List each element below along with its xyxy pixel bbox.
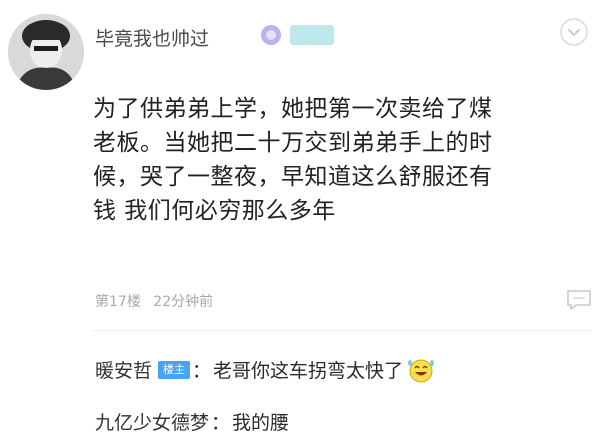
reply-author[interactable]: 九亿少女德梦 [95,408,209,435]
reply-colon: ： [192,360,212,382]
laughing-emoji-icon [408,359,435,382]
floor-number: 第17楼 [95,294,141,310]
post-time: 22分钟前 [153,294,214,310]
host-badge: 楼主 [158,360,191,379]
reply-author[interactable]: 暖安哲 [95,356,152,383]
reply-text: 我的腰 [232,412,290,434]
comment-line: 老板。当她把二十万交到弟弟手上的时 [93,130,493,156]
comment-line: 候，哭了一整夜，早知道这么舒服还有 [93,164,493,190]
avatar[interactable] [8,14,84,90]
reply-icon[interactable] [566,289,592,311]
divider [92,330,592,331]
username[interactable]: 毕竟我也帅过 [95,24,209,51]
comment-line: 为了供弟弟上学，她把第一次卖给了煤 [93,96,493,122]
level-icon [261,25,281,45]
reply-item[interactable]: 九亿少女德梦 ： 我的腰 [95,408,289,435]
comment-body: 为了供弟弟上学，她把第一次卖给了煤 老板。当她把二十万交到弟弟手上的时 候，哭了… [93,92,588,228]
reply-text: 老哥你这车拐弯太快了 [213,360,404,382]
more-icon[interactable] [560,18,588,46]
reply-colon: ： [211,412,231,434]
comment-line: 钱 我们何必穷那么多年 [93,198,336,224]
comment-meta: 第17楼 22分钟前 [95,291,213,311]
tag-badge [290,25,334,45]
reply-item[interactable]: 暖安哲 楼主 ： 老哥你这车拐弯太快了 [95,356,435,383]
